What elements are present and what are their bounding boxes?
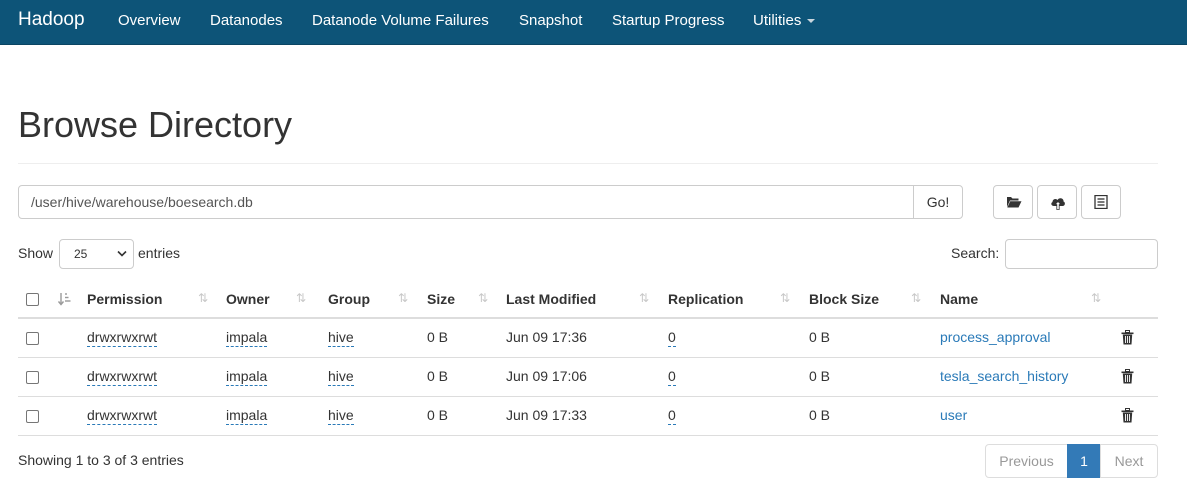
owner-cell[interactable]: impala	[226, 368, 268, 386]
top-navbar: Hadoop Overview Datanodes Datanode Volum…	[0, 0, 1187, 45]
chevron-down-icon	[117, 250, 127, 257]
next-page-button[interactable]: Next	[1100, 444, 1158, 478]
owner-cell[interactable]: impala	[226, 329, 268, 347]
create-directory-button[interactable]	[993, 185, 1033, 219]
last-modified-cell: Jun 09 17:36	[506, 329, 587, 345]
nav-datanodes[interactable]: Datanodes	[210, 12, 283, 29]
sort-icon: ⇅	[780, 291, 791, 305]
caret-down-icon	[807, 19, 816, 24]
list-icon	[1094, 195, 1108, 209]
name-link[interactable]: tesla_search_history	[940, 368, 1068, 384]
sort-icon: ⇅	[198, 291, 209, 305]
show-label: Show	[18, 245, 54, 261]
sort-icon: ⇅	[398, 291, 409, 305]
size-cell: 0 B	[427, 368, 449, 384]
column-header-replication[interactable]: Replication	[668, 291, 743, 307]
cut-paste-button[interactable]	[1081, 185, 1121, 219]
page-title: Browse Directory	[18, 104, 293, 145]
trash-icon[interactable]	[1121, 369, 1134, 384]
column-header-permission[interactable]: Permission	[87, 291, 162, 307]
upload-icon	[1051, 198, 1065, 210]
block-size-cell: 0 B	[809, 407, 831, 423]
row-checkbox[interactable]	[26, 371, 39, 384]
directory-path-input[interactable]	[18, 185, 914, 219]
table-row: drwxrwxrwt impala hive 0 B Jun 09 17:33 …	[18, 397, 1158, 436]
trash-icon[interactable]	[1121, 408, 1134, 423]
sort-icon: ⇅	[911, 291, 922, 305]
column-header-last-modified[interactable]: Last Modified	[506, 291, 596, 307]
replication-cell[interactable]: 0	[668, 329, 676, 347]
size-cell: 0 B	[427, 407, 449, 423]
name-link[interactable]: user	[940, 407, 967, 423]
nav-utilities-dropdown[interactable]: Utilities	[753, 12, 816, 29]
table-row: drwxrwxrwt impala hive 0 B Jun 09 17:36 …	[18, 319, 1158, 358]
sort-icon: ⇅	[639, 291, 650, 305]
nav-datanode-volume-failures[interactable]: Datanode Volume Failures	[312, 12, 489, 29]
permission-cell[interactable]: drwxrwxrwt	[87, 329, 157, 347]
page-length-value: 25	[74, 247, 88, 261]
row-checkbox[interactable]	[26, 332, 39, 345]
last-modified-cell: Jun 09 17:33	[506, 407, 587, 423]
owner-cell[interactable]: impala	[226, 407, 268, 425]
nav-overview[interactable]: Overview	[118, 12, 181, 29]
table-search-input[interactable]	[1005, 239, 1158, 269]
permission-cell[interactable]: drwxrwxrwt	[87, 407, 157, 425]
replication-cell[interactable]: 0	[668, 407, 676, 425]
column-header-name[interactable]: Name	[940, 291, 978, 307]
column-header-owner[interactable]: Owner	[226, 291, 270, 307]
column-header-size[interactable]: Size	[427, 291, 455, 307]
sort-icon: ⇅	[296, 291, 307, 305]
sort-icon: ⇅	[478, 291, 489, 305]
page-1-button[interactable]: 1	[1067, 444, 1101, 478]
upload-files-button[interactable]	[1037, 185, 1077, 219]
entries-label: entries	[138, 245, 181, 261]
sort-ascending-icon[interactable]	[58, 292, 72, 306]
title-divider	[18, 163, 1158, 164]
name-link[interactable]: process_approval	[940, 329, 1051, 345]
column-header-block-size[interactable]: Block Size	[809, 291, 879, 307]
group-cell[interactable]: hive	[328, 368, 354, 386]
row-checkbox[interactable]	[26, 410, 39, 423]
last-modified-cell: Jun 09 17:06	[506, 368, 587, 384]
group-cell[interactable]: hive	[328, 407, 354, 425]
block-size-cell: 0 B	[809, 329, 831, 345]
page-length-select[interactable]: 25	[59, 239, 134, 269]
size-cell: 0 B	[427, 329, 449, 345]
go-button[interactable]: Go!	[913, 185, 963, 219]
nav-utilities-label: Utilities	[753, 12, 802, 29]
nav-startup-progress[interactable]: Startup Progress	[612, 12, 725, 29]
column-header-group[interactable]: Group	[328, 291, 370, 307]
table-row: drwxrwxrwt impala hive 0 B Jun 09 17:06 …	[18, 358, 1158, 397]
permission-cell[interactable]: drwxrwxrwt	[87, 368, 157, 386]
nav-snapshot[interactable]: Snapshot	[519, 12, 582, 29]
replication-cell[interactable]: 0	[668, 368, 676, 386]
select-all-checkbox[interactable]	[26, 293, 39, 306]
sort-icon: ⇅	[1091, 291, 1102, 305]
folder-open-icon	[1007, 197, 1022, 208]
trash-icon[interactable]	[1121, 330, 1134, 345]
previous-page-button[interactable]: Previous	[985, 444, 1068, 478]
table-info: Showing 1 to 3 of 3 entries	[18, 452, 184, 468]
group-cell[interactable]: hive	[328, 329, 354, 347]
search-label: Search:	[951, 245, 1000, 261]
table-header-row: Permission ⇅ Owner ⇅ Group ⇅ Size ⇅ Last…	[18, 281, 1158, 319]
block-size-cell: 0 B	[809, 368, 831, 384]
brand-logo[interactable]: Hadoop	[18, 9, 85, 31]
